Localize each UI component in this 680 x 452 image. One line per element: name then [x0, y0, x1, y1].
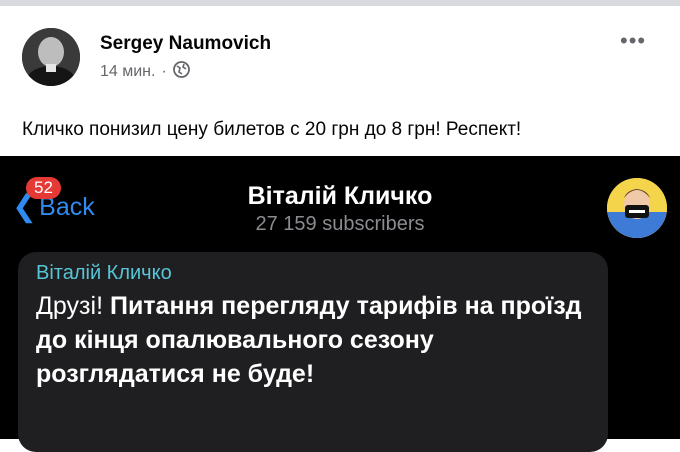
- message-text: Друзі! Питання перегляду тарифів на прої…: [36, 289, 596, 391]
- post-time[interactable]: 14 мин.: [100, 63, 155, 81]
- channel-avatar[interactable]: [607, 178, 667, 238]
- message-bubble[interactable]: Віталій Кличко Друзі! Питання перегляду …: [18, 252, 608, 452]
- message-text-plain: Друзі!: [36, 292, 110, 320]
- post-header: Sergey Naumovich 14 мин. · •••: [0, 6, 680, 106]
- channel-subscribers: 27 159 subscribers: [255, 213, 425, 235]
- post-text: Кличко понизил цену билетов с 20 грн до …: [22, 119, 522, 140]
- channel-title[interactable]: Віталій Кличко: [0, 182, 680, 211]
- meta-separator: ·: [161, 63, 167, 80]
- message-text-bold: Питання перегляду тарифів на проїзд до к…: [36, 292, 582, 388]
- author-name[interactable]: Sergey Naumovich: [100, 33, 271, 55]
- telegram-screenshot: ❮ Back 52 Віталій Кличко 27 159 subscrib…: [0, 156, 680, 452]
- globe-icon: [172, 61, 190, 83]
- author-avatar[interactable]: [22, 28, 80, 86]
- post-meta: 14 мин. ·: [100, 61, 190, 83]
- more-dots-icon[interactable]: •••: [620, 28, 646, 54]
- message-author[interactable]: Віталій Кличко: [36, 262, 172, 285]
